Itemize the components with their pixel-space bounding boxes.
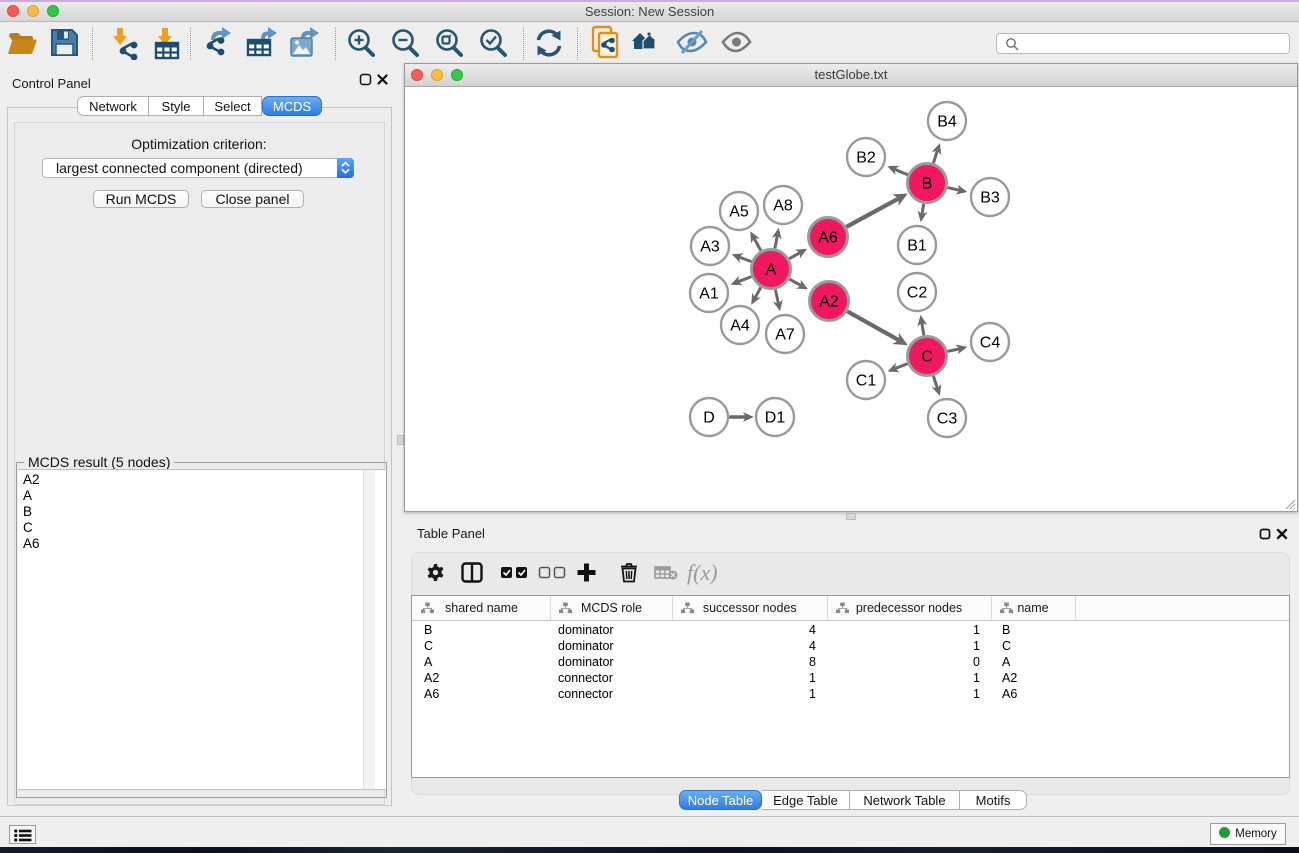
svg-text:B4: B4	[937, 114, 957, 131]
svg-text:D1: D1	[765, 410, 786, 427]
svg-text:A5: A5	[729, 204, 749, 221]
svg-text:A4: A4	[730, 318, 750, 335]
svg-text:A6: A6	[818, 230, 838, 247]
svg-text:C1: C1	[856, 373, 877, 390]
svg-text:D: D	[703, 410, 715, 427]
svg-text:A8: A8	[773, 198, 793, 215]
svg-text:C4: C4	[980, 335, 1001, 352]
svg-text:A1: A1	[699, 286, 719, 303]
svg-text:C: C	[921, 349, 933, 366]
svg-text:C3: C3	[937, 411, 958, 428]
svg-text:B: B	[922, 176, 933, 193]
svg-text:C2: C2	[907, 285, 928, 302]
svg-text:A7: A7	[775, 327, 795, 344]
svg-text:B2: B2	[856, 150, 876, 167]
svg-text:B3: B3	[980, 190, 1000, 207]
svg-text:A3: A3	[700, 239, 720, 256]
svg-text:A2: A2	[819, 294, 839, 311]
svg-text:A: A	[766, 262, 777, 279]
svg-text:B1: B1	[907, 238, 927, 255]
